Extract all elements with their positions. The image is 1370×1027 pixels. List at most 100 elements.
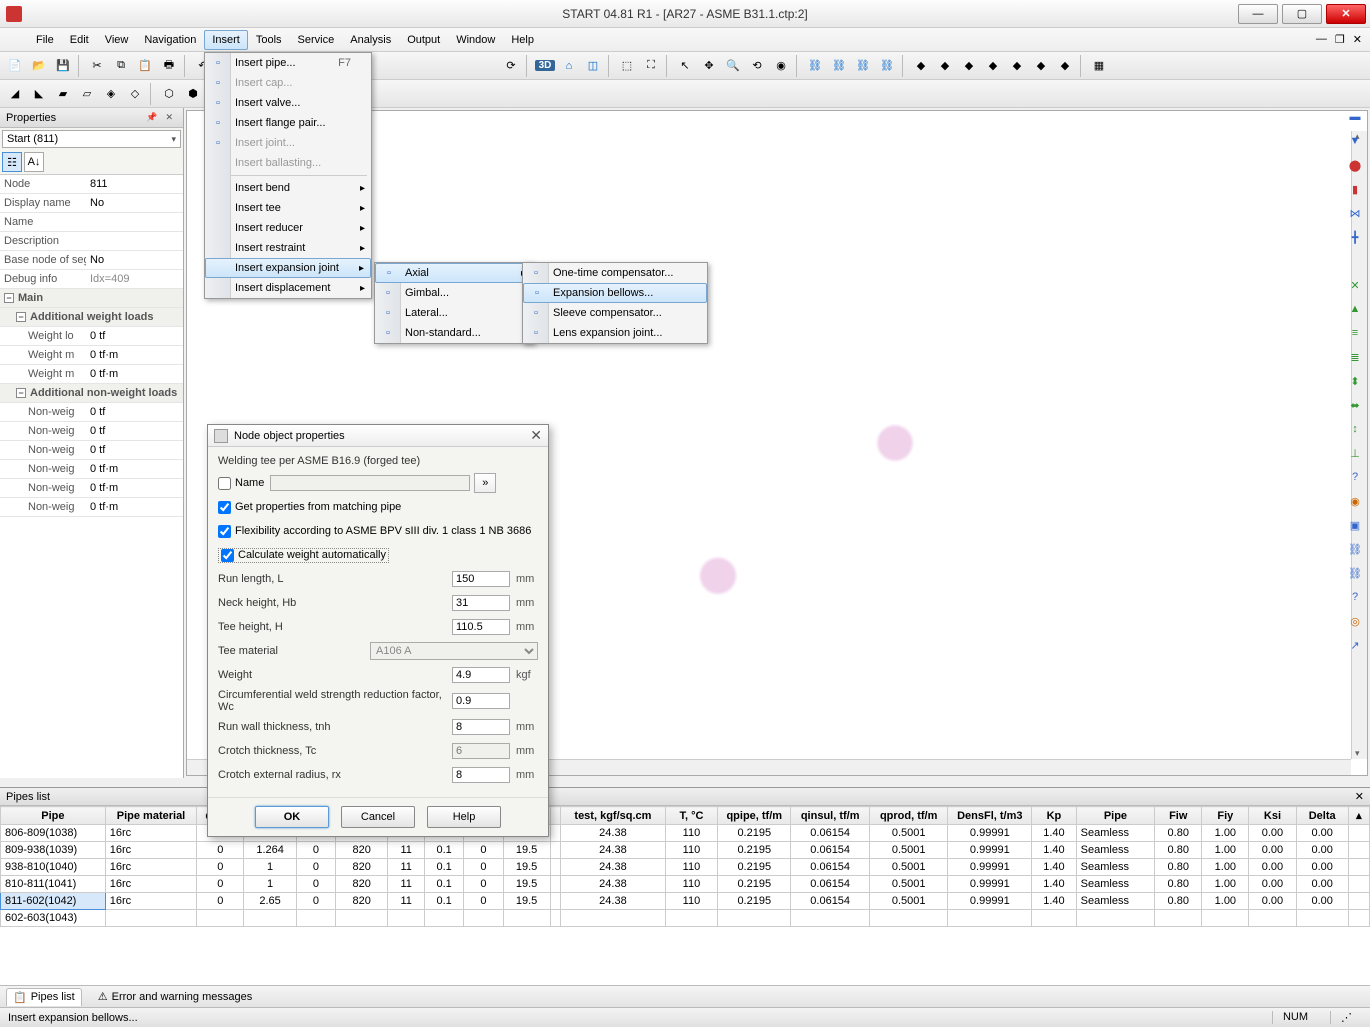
menuitem-non-standard-[interactable]: ▫Non-standard... bbox=[375, 323, 533, 343]
tb-link3[interactable]: ⛓ bbox=[852, 55, 874, 77]
col-header[interactable]: Fiw bbox=[1155, 807, 1202, 825]
rt-9[interactable]: ≡ bbox=[1344, 322, 1366, 344]
menuitem-insert-flange-pair-[interactable]: ▫Insert flange pair... bbox=[205, 113, 371, 133]
tb-g7[interactable]: ◆ bbox=[1054, 55, 1076, 77]
mdi-minimize[interactable]: — bbox=[1316, 33, 1327, 46]
menuitem-lens-expansion-joint-[interactable]: ▫Lens expansion joint... bbox=[523, 323, 707, 343]
menuitem-insert-pipe-[interactable]: ▫Insert pipe...F7 bbox=[205, 53, 371, 73]
flexibility-checkbox[interactable]: Flexibility according to ASME BPV sIII d… bbox=[218, 525, 531, 538]
menuitem-axial[interactable]: ▫Axial bbox=[375, 263, 533, 283]
col-header[interactable]: Pipe bbox=[1, 807, 106, 825]
rt-1[interactable]: ▬ bbox=[1344, 106, 1366, 128]
menuitem-insert-expansion-joint[interactable]: Insert expansion joint bbox=[205, 258, 371, 278]
tb-rotate[interactable]: ⟲ bbox=[746, 55, 768, 77]
table-row[interactable]: 602-603(1043) bbox=[1, 910, 1370, 927]
tb-paste[interactable]: 📋 bbox=[134, 55, 156, 77]
tb-orbit[interactable]: ◉ bbox=[770, 55, 792, 77]
rt-22[interactable]: ↗ bbox=[1344, 634, 1366, 656]
menu-insert[interactable]: Insert bbox=[204, 30, 248, 50]
rt-20[interactable]: ? bbox=[1344, 586, 1366, 608]
rt-4[interactable]: ▮ bbox=[1344, 178, 1366, 200]
tb-open[interactable]: 📂 bbox=[28, 55, 50, 77]
col-header[interactable]: Ksi bbox=[1249, 807, 1296, 825]
tb2-7[interactable]: ⬡ bbox=[158, 83, 180, 105]
col-header[interactable]: T, °C bbox=[665, 807, 717, 825]
tb-pan[interactable]: ✥ bbox=[698, 55, 720, 77]
menuitem-sleeve-compensator-[interactable]: ▫Sleeve compensator... bbox=[523, 303, 707, 323]
rt-19[interactable]: ⛓ bbox=[1344, 562, 1366, 584]
panel-close-icon[interactable]: ✕ bbox=[165, 112, 173, 123]
tb-g1[interactable]: ◆ bbox=[910, 55, 932, 77]
ok-button[interactable]: OK bbox=[255, 806, 329, 828]
field-0[interactable] bbox=[452, 571, 510, 587]
menu-analysis[interactable]: Analysis bbox=[342, 30, 399, 50]
alphabetical-button[interactable]: A↓ bbox=[24, 152, 44, 172]
tab-errors[interactable]: ⚠ Error and warning messages bbox=[92, 988, 259, 1005]
tb-save[interactable]: 💾 bbox=[52, 55, 74, 77]
menu-help[interactable]: Help bbox=[503, 30, 542, 50]
status-resize[interactable]: ⋰ bbox=[1330, 1011, 1362, 1024]
tb2-1[interactable]: ◢ bbox=[4, 83, 26, 105]
properties-grid[interactable]: Node811Display nameNoNameDescriptionBase… bbox=[0, 175, 183, 778]
rt-6[interactable]: ╋ bbox=[1344, 226, 1366, 248]
rt-7[interactable]: ✕ bbox=[1344, 274, 1366, 296]
minimize-button[interactable]: — bbox=[1238, 4, 1278, 24]
tb-link4[interactable]: ⛓ bbox=[876, 55, 898, 77]
tab-pipes-list[interactable]: 📋 Pipes list bbox=[6, 988, 82, 1006]
field-2[interactable] bbox=[452, 619, 510, 635]
menuitem-insert-reducer[interactable]: Insert reducer bbox=[205, 218, 371, 238]
tb-h1[interactable]: ▦ bbox=[1088, 55, 1110, 77]
menu-file[interactable]: File bbox=[28, 30, 62, 50]
tb-g4[interactable]: ◆ bbox=[982, 55, 1004, 77]
tb-print[interactable]: 🖶 bbox=[158, 55, 180, 77]
col-header[interactable]: qpipe, tf/m bbox=[718, 807, 791, 825]
menu-window[interactable]: Window bbox=[448, 30, 503, 50]
rt-8[interactable]: ▲ bbox=[1344, 298, 1366, 320]
goto-button[interactable]: » bbox=[474, 473, 496, 493]
rt-17[interactable]: ▣ bbox=[1344, 514, 1366, 536]
get-props-checkbox[interactable]: Get properties from matching pipe bbox=[218, 501, 401, 514]
col-header[interactable]: test, kgf/sq.cm bbox=[561, 807, 666, 825]
maximize-button[interactable]: ▢ bbox=[1282, 4, 1322, 24]
mdi-restore[interactable]: ❐ bbox=[1335, 33, 1345, 46]
rt-15[interactable]: ? bbox=[1344, 466, 1366, 488]
field-4[interactable] bbox=[452, 667, 510, 683]
col-header[interactable] bbox=[550, 807, 560, 825]
menuitem-expansion-bellows-[interactable]: ▫Expansion bellows... bbox=[523, 283, 707, 303]
menuitem-insert-tee[interactable]: Insert tee bbox=[205, 198, 371, 218]
menu-view[interactable]: View bbox=[97, 30, 137, 50]
col-header[interactable]: DensFl, t/m3 bbox=[948, 807, 1032, 825]
dialog-close-button[interactable]: ✕ bbox=[530, 427, 542, 444]
field-7[interactable] bbox=[452, 743, 510, 759]
col-header[interactable]: Pipe material bbox=[105, 807, 197, 825]
menuitem-insert-restraint[interactable]: Insert restraint bbox=[205, 238, 371, 258]
tb-zoom-in[interactable]: 🔍 bbox=[722, 55, 744, 77]
tb-copy[interactable]: ⧉ bbox=[110, 55, 132, 77]
table-row[interactable]: 810-811(1041)16rc010820110.1019.524.3811… bbox=[1, 876, 1370, 893]
menu-tools[interactable]: Tools bbox=[248, 30, 290, 50]
field-5[interactable] bbox=[452, 693, 510, 709]
pipes-table[interactable]: PipePipe materialdX, mtest, kgf/sq.cmT, … bbox=[0, 806, 1370, 987]
col-header[interactable]: qinsul, tf/m bbox=[791, 807, 870, 825]
field-8[interactable] bbox=[452, 767, 510, 783]
tb-cut[interactable]: ✂ bbox=[86, 55, 108, 77]
col-header[interactable]: Kp bbox=[1032, 807, 1076, 825]
menuitem-gimbal-[interactable]: ▫Gimbal... bbox=[375, 283, 533, 303]
menu-edit[interactable]: Edit bbox=[62, 30, 97, 50]
col-header[interactable]: qprod, tf/m bbox=[869, 807, 948, 825]
menuitem-lateral-[interactable]: ▫Lateral... bbox=[375, 303, 533, 323]
tb-g5[interactable]: ◆ bbox=[1006, 55, 1028, 77]
menuitem-insert-bend[interactable]: Insert bend bbox=[205, 178, 371, 198]
menuitem-insert-displacement[interactable]: Insert displacement bbox=[205, 278, 371, 298]
mdi-close[interactable]: ✕ bbox=[1353, 33, 1362, 46]
col-header[interactable]: Delta bbox=[1296, 807, 1348, 825]
tb-new[interactable]: 📄 bbox=[4, 55, 26, 77]
table-row[interactable]: 806-809(1038)16rc04.7360820110.1019.524.… bbox=[1, 825, 1370, 842]
col-header[interactable]: Pipe bbox=[1076, 807, 1155, 825]
tb2-8[interactable]: ⬢ bbox=[182, 83, 204, 105]
rt-18[interactable]: ⛓ bbox=[1344, 538, 1366, 560]
tb-zoom-window[interactable]: ⬚ bbox=[616, 55, 638, 77]
tb-link1[interactable]: ⛓ bbox=[804, 55, 826, 77]
table-row[interactable]: 809-938(1039)16rc01.2640820110.1019.524.… bbox=[1, 842, 1370, 859]
close-button[interactable]: ✕ bbox=[1326, 4, 1366, 24]
